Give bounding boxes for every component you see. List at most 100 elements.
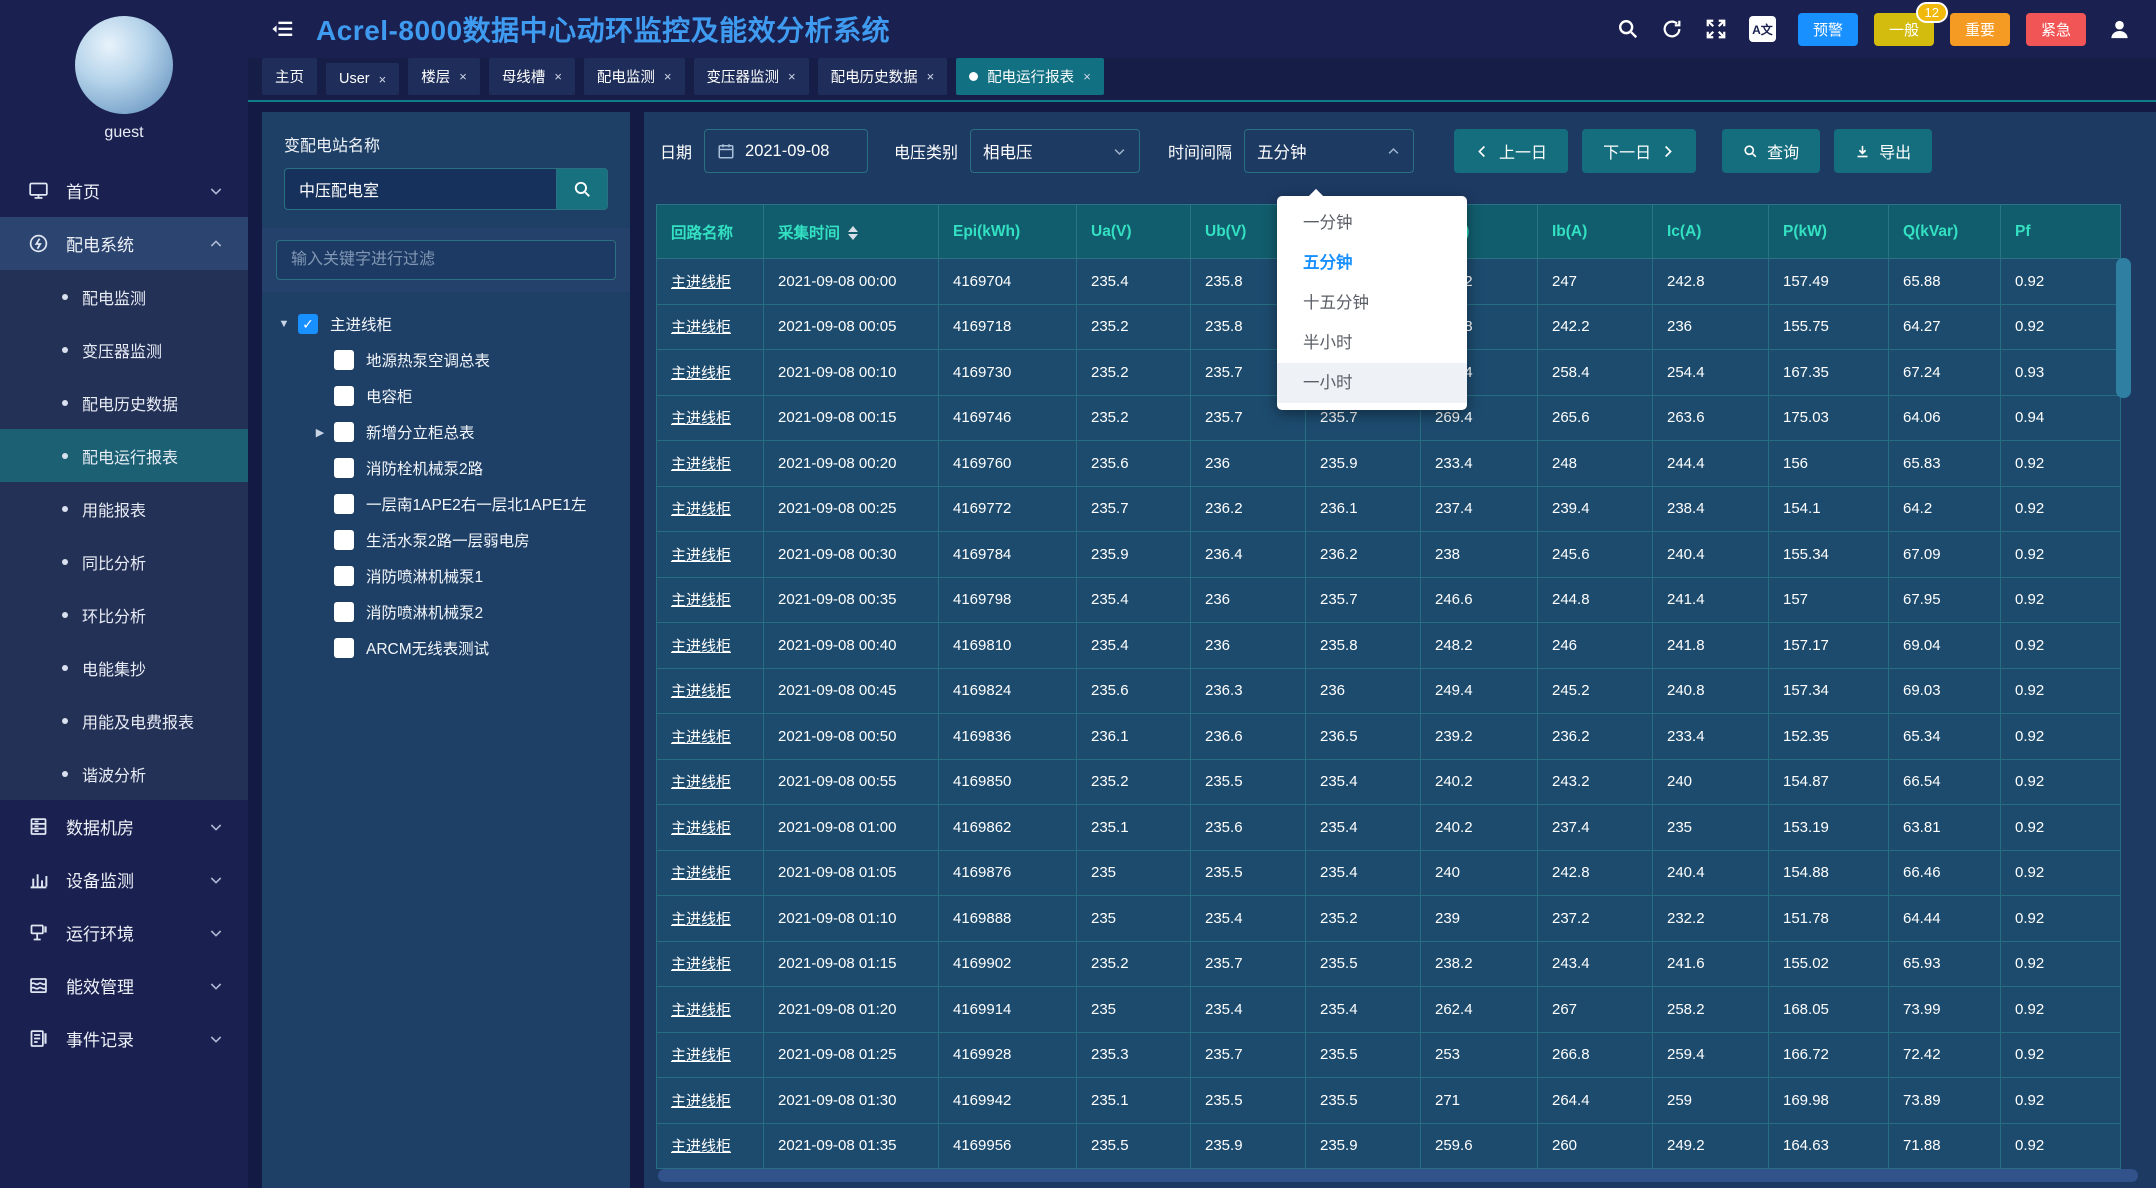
tab-变压器监测[interactable]: 变压器监测×	[694, 58, 809, 95]
close-tab-icon[interactable]: ×	[554, 69, 562, 84]
tab-配电运行报表[interactable]: 配电运行报表×	[956, 58, 1104, 95]
tree-node-root[interactable]: ▼主进线柜	[276, 306, 620, 342]
circuit-name-link[interactable]: 主进线柜	[671, 1138, 731, 1155]
caret-right-icon[interactable]: ▶	[312, 426, 328, 439]
circuit-name-link[interactable]: 主进线柜	[671, 501, 731, 518]
sidebar-item-5[interactable]: 能效管理	[0, 959, 248, 1012]
circuit-name-link[interactable]: 主进线柜	[671, 274, 731, 291]
circuit-name-link[interactable]: 主进线柜	[671, 911, 731, 928]
query-button[interactable]: 查询	[1722, 129, 1820, 173]
checkbox-unchecked[interactable]	[334, 422, 354, 442]
checkbox-unchecked[interactable]	[334, 638, 354, 658]
close-tab-icon[interactable]: ×	[664, 69, 672, 84]
interval-option-一小时[interactable]: 一小时	[1277, 363, 1467, 403]
checkbox-unchecked[interactable]	[334, 566, 354, 586]
circuit-name-link[interactable]: 主进线柜	[671, 319, 731, 336]
next-day-button[interactable]: 下一日	[1582, 129, 1696, 173]
date-picker[interactable]: 2021-09-08	[704, 129, 868, 173]
circuit-name-link[interactable]: 主进线柜	[671, 774, 731, 791]
checkbox-unchecked[interactable]	[334, 602, 354, 622]
circuit-name-link[interactable]: 主进线柜	[671, 365, 731, 382]
circuit-name-link[interactable]: 主进线柜	[671, 547, 731, 564]
tab-母线槽[interactable]: 母线槽×	[489, 58, 575, 95]
user-icon[interactable]	[2108, 18, 2130, 40]
tree-node[interactable]: 地源热泵空调总表	[276, 342, 620, 378]
close-tab-icon[interactable]: ×	[459, 69, 467, 84]
tab-主页[interactable]: 主页	[262, 58, 317, 95]
submenu-item[interactable]: 配电运行报表	[0, 429, 248, 482]
sidebar-item-1[interactable]: 配电系统	[0, 217, 248, 270]
horizontal-scrollbar[interactable]	[658, 1169, 2138, 1182]
sidebar-item-2[interactable]: 数据机房	[0, 800, 248, 853]
search-icon[interactable]	[1617, 18, 1639, 40]
checkbox-unchecked[interactable]	[334, 494, 354, 514]
interval-option-一分钟[interactable]: 一分钟	[1277, 203, 1467, 243]
submenu-item[interactable]: 配电监测	[0, 270, 248, 323]
circuit-name-link[interactable]: 主进线柜	[671, 638, 731, 655]
sidebar-item-3[interactable]: 设备监测	[0, 853, 248, 906]
circuit-name-link[interactable]: 主进线柜	[671, 683, 731, 700]
sidebar-item-6[interactable]: 事件记录	[0, 1012, 248, 1065]
tab-楼层[interactable]: 楼层×	[408, 58, 480, 95]
submenu-item[interactable]: 用能报表	[0, 482, 248, 535]
submenu-item[interactable]: 谐波分析	[0, 747, 248, 800]
submenu-item[interactable]: 同比分析	[0, 535, 248, 588]
submenu-item[interactable]: 配电历史数据	[0, 376, 248, 429]
alert-button-预警[interactable]: 预警	[1798, 13, 1858, 46]
alert-button-重要[interactable]: 重要	[1950, 13, 2010, 46]
station-name-input[interactable]	[284, 168, 556, 210]
tree-node[interactable]: ARCM无线表测试	[276, 630, 620, 666]
tree-node[interactable]: ▶新增分立柜总表	[276, 414, 620, 450]
interval-option-十五分钟[interactable]: 十五分钟	[1277, 283, 1467, 323]
column-header-采集时间[interactable]: 采集时间	[764, 205, 939, 259]
close-tab-icon[interactable]: ×	[1083, 69, 1091, 84]
translate-icon[interactable]: A文	[1749, 16, 1776, 42]
fullscreen-icon[interactable]	[1705, 18, 1727, 40]
tree-node[interactable]: 消防喷淋机械泵2	[276, 594, 620, 630]
caret-down-icon[interactable]: ▼	[276, 318, 292, 330]
circuit-name-link[interactable]: 主进线柜	[671, 1002, 731, 1019]
interval-option-五分钟[interactable]: 五分钟	[1277, 243, 1467, 283]
tab-配电监测[interactable]: 配电监测×	[584, 58, 685, 95]
close-tab-icon[interactable]: ×	[379, 72, 387, 87]
tab-User[interactable]: User×	[326, 63, 399, 95]
voltage-type-select[interactable]: 相电压	[970, 129, 1140, 173]
alert-button-一般[interactable]: 一般12	[1874, 13, 1934, 46]
circuit-name-link[interactable]: 主进线柜	[671, 410, 731, 427]
sidebar-item-0[interactable]: 首页	[0, 164, 248, 217]
alert-button-紧急[interactable]: 紧急	[2026, 13, 2086, 46]
sidebar-item-4[interactable]: 运行环境	[0, 906, 248, 959]
export-button[interactable]: 导出	[1834, 129, 1932, 173]
tree-filter-input[interactable]	[276, 240, 616, 280]
circuit-name-link[interactable]: 主进线柜	[671, 1093, 731, 1110]
tree-node[interactable]: 消防栓机械泵2路	[276, 450, 620, 486]
collapse-menu-icon[interactable]	[270, 18, 296, 40]
sort-icon[interactable]	[848, 226, 858, 240]
tree-node[interactable]: 生活水泵2路一层弱电房	[276, 522, 620, 558]
interval-select[interactable]: 五分钟	[1244, 129, 1414, 173]
circuit-name-link[interactable]: 主进线柜	[671, 456, 731, 473]
circuit-name-link[interactable]: 主进线柜	[671, 820, 731, 837]
tree-node[interactable]: 一层南1APE2右一层北1APE1左	[276, 486, 620, 522]
tab-配电历史数据[interactable]: 配电历史数据×	[818, 58, 948, 95]
refresh-icon[interactable]	[1661, 18, 1683, 40]
circuit-name-link[interactable]: 主进线柜	[671, 592, 731, 609]
tree-node[interactable]: 消防喷淋机械泵1	[276, 558, 620, 594]
circuit-name-link[interactable]: 主进线柜	[671, 956, 731, 973]
prev-day-button[interactable]: 上一日	[1454, 129, 1568, 173]
circuit-name-link[interactable]: 主进线柜	[671, 865, 731, 882]
circuit-name-link[interactable]: 主进线柜	[671, 1047, 731, 1064]
submenu-item[interactable]: 环比分析	[0, 588, 248, 641]
submenu-item[interactable]: 电能集抄	[0, 641, 248, 694]
interval-option-半小时[interactable]: 半小时	[1277, 323, 1467, 363]
close-tab-icon[interactable]: ×	[788, 69, 796, 84]
checkbox-unchecked[interactable]	[334, 458, 354, 478]
checkbox-unchecked[interactable]	[334, 530, 354, 550]
close-tab-icon[interactable]: ×	[927, 69, 935, 84]
submenu-item[interactable]: 变压器监测	[0, 323, 248, 376]
checkbox-unchecked[interactable]	[334, 386, 354, 406]
tree-node[interactable]: 电容柜	[276, 378, 620, 414]
vertical-scrollbar[interactable]	[2116, 258, 2131, 398]
circuit-name-link[interactable]: 主进线柜	[671, 729, 731, 746]
checkbox-checked[interactable]	[298, 314, 318, 334]
